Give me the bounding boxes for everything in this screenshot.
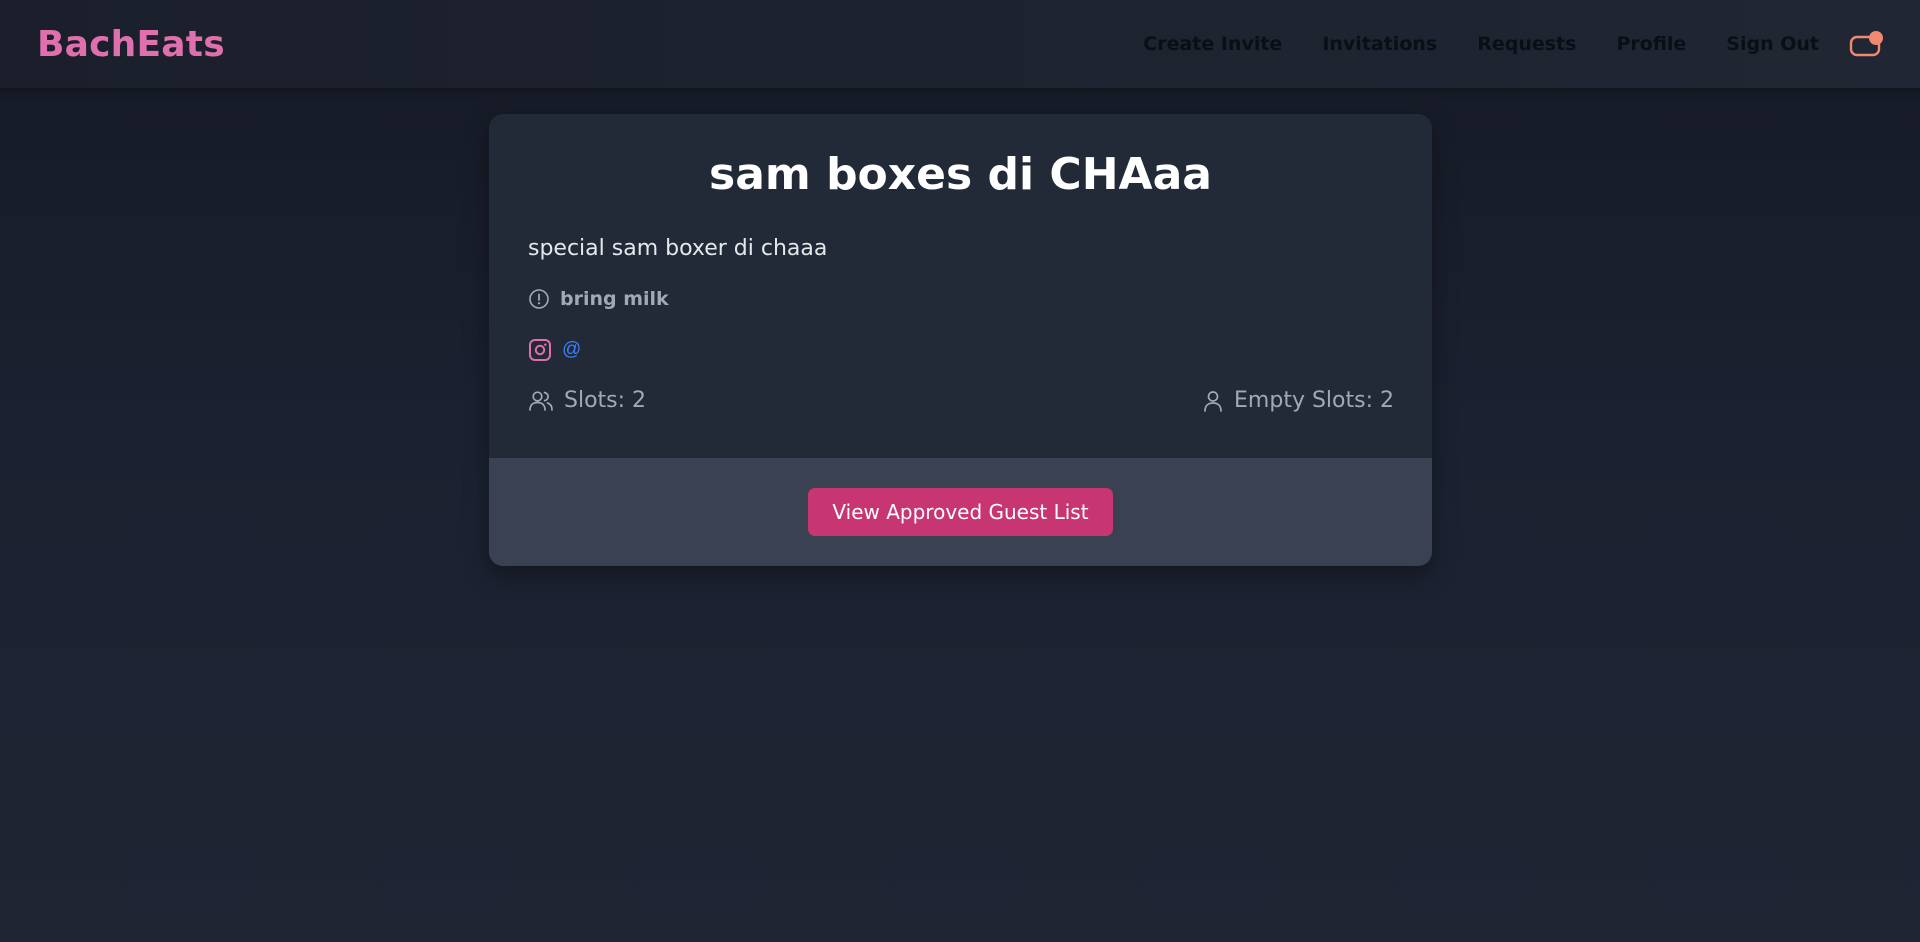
user-icon (1202, 389, 1224, 413)
invite-card-body: sam boxes di CHAaa special sam boxer di … (489, 114, 1432, 458)
slots-row: Slots: 2 (528, 388, 646, 413)
nav-profile[interactable]: Profile (1616, 33, 1686, 55)
instagram-row: @ (528, 338, 581, 362)
empty-slots-row: Empty Slots: 2 (1202, 388, 1394, 413)
instagram-icon[interactable] (528, 338, 552, 362)
instagram-handle-link[interactable]: @ (562, 339, 581, 361)
empty-slots-count: Empty Slots: 2 (1234, 388, 1394, 413)
top-navbar: BachEats Create Invite Invitations Reque… (0, 0, 1920, 88)
invite-description: special sam boxer di chaaa (528, 236, 828, 261)
nav-requests[interactable]: Requests (1477, 33, 1576, 55)
nav-sign-out[interactable]: Sign Out (1726, 33, 1819, 55)
nav-invitations[interactable]: Invitations (1322, 33, 1437, 55)
view-approved-guest-list-button[interactable]: View Approved Guest List (808, 488, 1113, 536)
invite-card: sam boxes di CHAaa special sam boxer di … (489, 114, 1432, 566)
invite-note: bring milk (560, 288, 669, 310)
alert-circle-icon (528, 288, 550, 310)
invite-card-footer: View Approved Guest List (489, 458, 1432, 566)
note-row: bring milk (528, 288, 669, 310)
notification-badge (1869, 31, 1883, 45)
nav-create-invite[interactable]: Create Invite (1143, 33, 1282, 55)
nav-links: Create Invite Invitations Requests Profi… (1143, 0, 1883, 88)
cart-button[interactable] (1849, 29, 1883, 59)
brand-logo[interactable]: BachEats (37, 24, 225, 65)
slots-count: Slots: 2 (564, 388, 647, 413)
users-icon (528, 389, 554, 413)
invite-title: sam boxes di CHAaa (709, 149, 1212, 200)
